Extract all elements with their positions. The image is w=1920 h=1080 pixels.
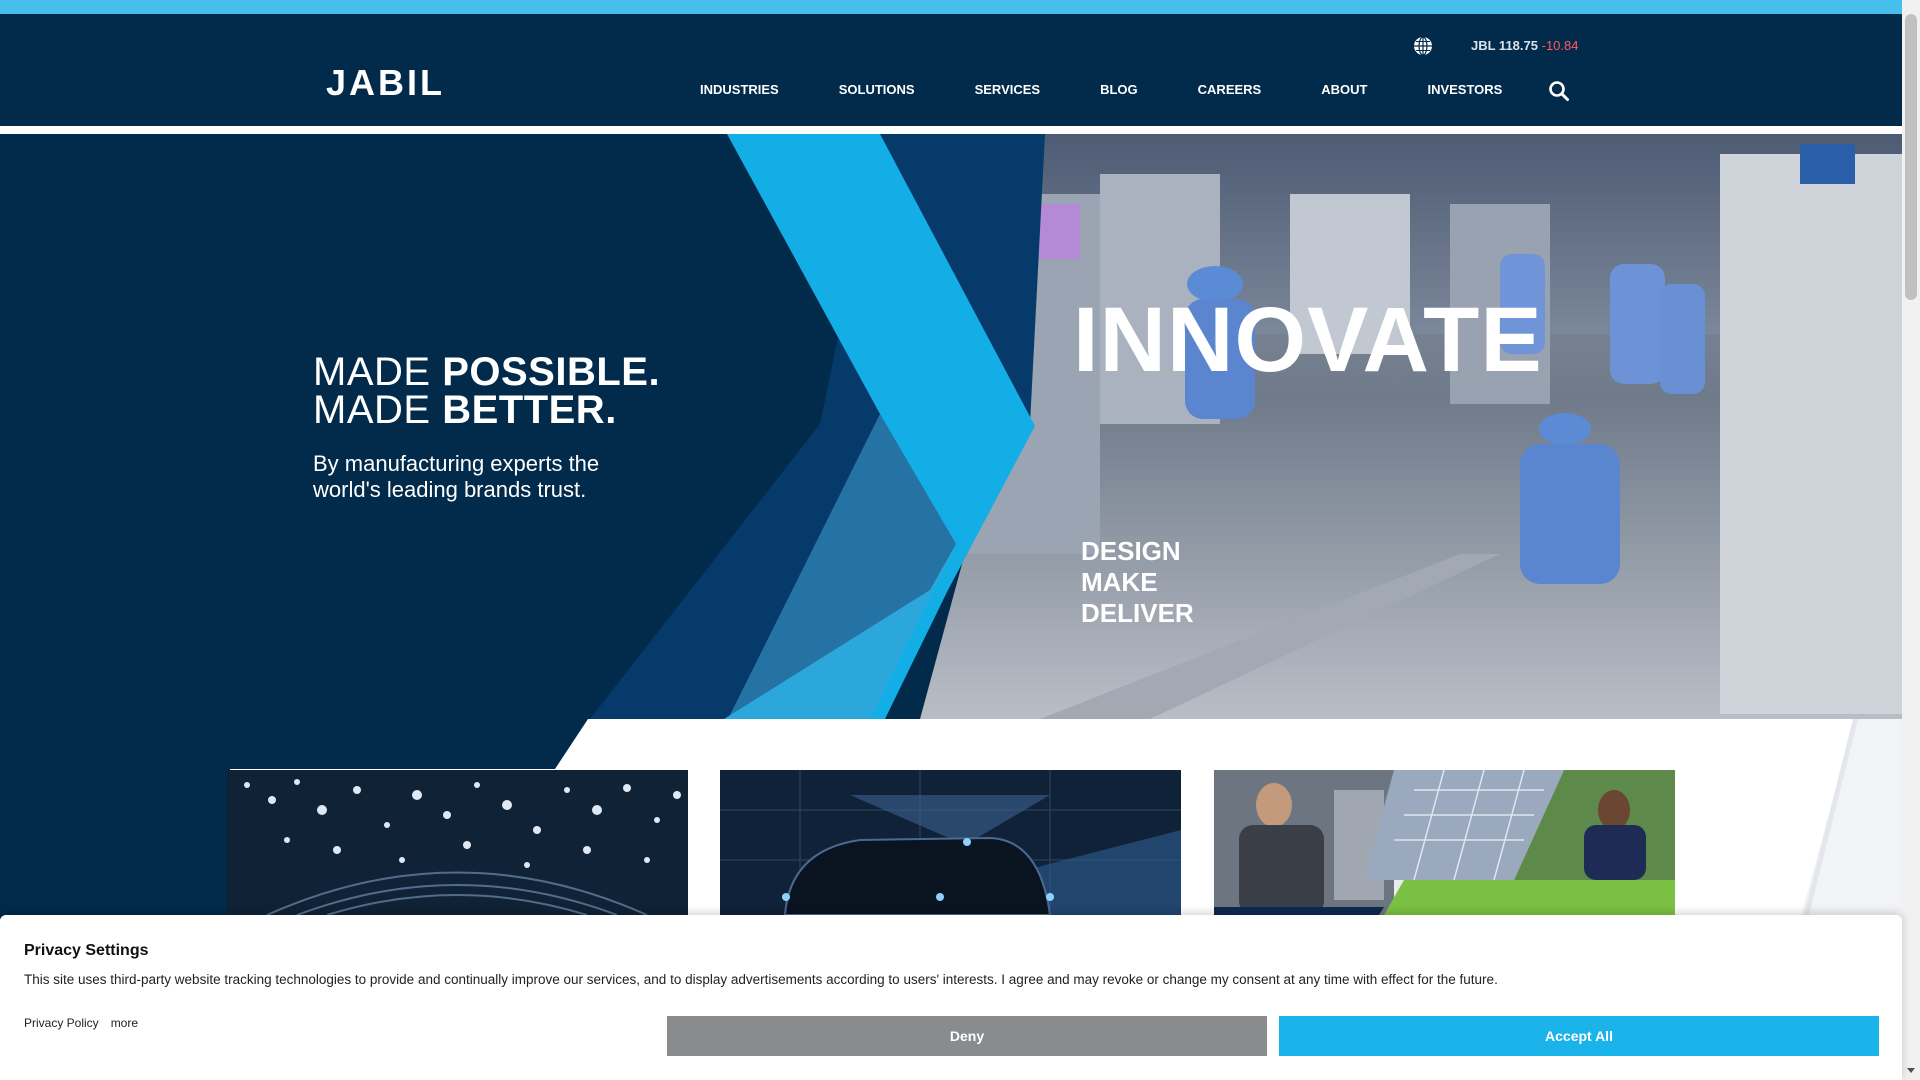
consent-links: Privacy Policy more: [24, 1015, 138, 1031]
fiber-optics-image: [227, 770, 688, 915]
scroll-down-arrow-icon[interactable]: [1907, 1068, 1915, 1073]
hero-steps: DESIGN MAKE DELIVER: [1081, 536, 1194, 629]
nav-investors[interactable]: INVESTORS: [1427, 80, 1502, 100]
search-icon[interactable]: [1548, 80, 1570, 102]
top-accent-strip: [0, 0, 1920, 14]
nav-industries[interactable]: INDUSTRIES: [700, 80, 779, 100]
accept-all-button[interactable]: Accept All: [1279, 1016, 1879, 1056]
nav-careers[interactable]: CAREERS: [1198, 80, 1262, 100]
main-nav: INDUSTRIES SOLUTIONS SERVICES BLOG CAREE…: [700, 80, 1569, 101]
more-link[interactable]: more: [111, 1015, 138, 1031]
logo-text: JABIL: [326, 62, 446, 103]
ticker-change: -10.84: [1541, 38, 1579, 53]
hero-banner: MADE POSSIBLE. MADE BETTER. By manufactu…: [0, 134, 1902, 719]
tagline-line-1: MADE POSSIBLE.: [313, 352, 660, 392]
scrollbar-thumb[interactable]: [1905, 14, 1917, 300]
privacy-consent-banner: Privacy Settings This site uses third-pa…: [0, 915, 1902, 1080]
consent-title: Privacy Settings: [24, 942, 149, 959]
header-divider: [0, 126, 1920, 134]
nav-solutions[interactable]: SOLUTIONS: [839, 80, 915, 100]
jabil-logo[interactable]: JABIL: [326, 63, 445, 103]
stock-ticker[interactable]: JBL 118.75 -10.84: [1471, 37, 1578, 55]
energy-solar-image: [1214, 770, 1675, 915]
step-design: DESIGN: [1081, 536, 1181, 566]
hero-headline: INNOVATE: [1073, 289, 1543, 391]
consent-text: This site uses third-party website track…: [24, 972, 1498, 987]
tagline-line-2-bold: BETTER.: [442, 388, 617, 432]
step-deliver: DELIVER: [1081, 598, 1194, 628]
hero-chevron-graphic: [0, 134, 1045, 719]
feature-card-fiber-optics[interactable]: [227, 770, 688, 915]
privacy-policy-link[interactable]: Privacy Policy: [24, 1015, 99, 1031]
page: JABIL JBL 118.75 -10.84 INDUSTRIES SOLUT…: [0, 0, 1920, 1080]
hero-tagline: MADE POSSIBLE. MADE BETTER. By manufactu…: [313, 352, 660, 503]
deny-button[interactable]: Deny: [667, 1016, 1267, 1056]
nav-blog[interactable]: BLOG: [1100, 80, 1138, 100]
left-navy-fill: [0, 719, 230, 919]
tagline-line-2-thin: MADE: [313, 388, 443, 432]
nav-services[interactable]: SERVICES: [975, 80, 1041, 100]
nav-about[interactable]: ABOUT: [1321, 80, 1367, 100]
globe-icon[interactable]: [1413, 36, 1433, 56]
site-header: [0, 14, 1920, 126]
hero-subtitle: By manufacturing experts the world's lea…: [313, 451, 600, 502]
ticker-price: JBL 118.75: [1471, 38, 1538, 53]
feature-card-energy[interactable]: [1214, 770, 1675, 915]
automotive-sensor-image: [720, 770, 1181, 915]
feature-card-automotive[interactable]: [720, 770, 1181, 915]
tagline-line-2: MADE BETTER.: [313, 388, 660, 432]
step-make: MAKE: [1081, 567, 1158, 597]
